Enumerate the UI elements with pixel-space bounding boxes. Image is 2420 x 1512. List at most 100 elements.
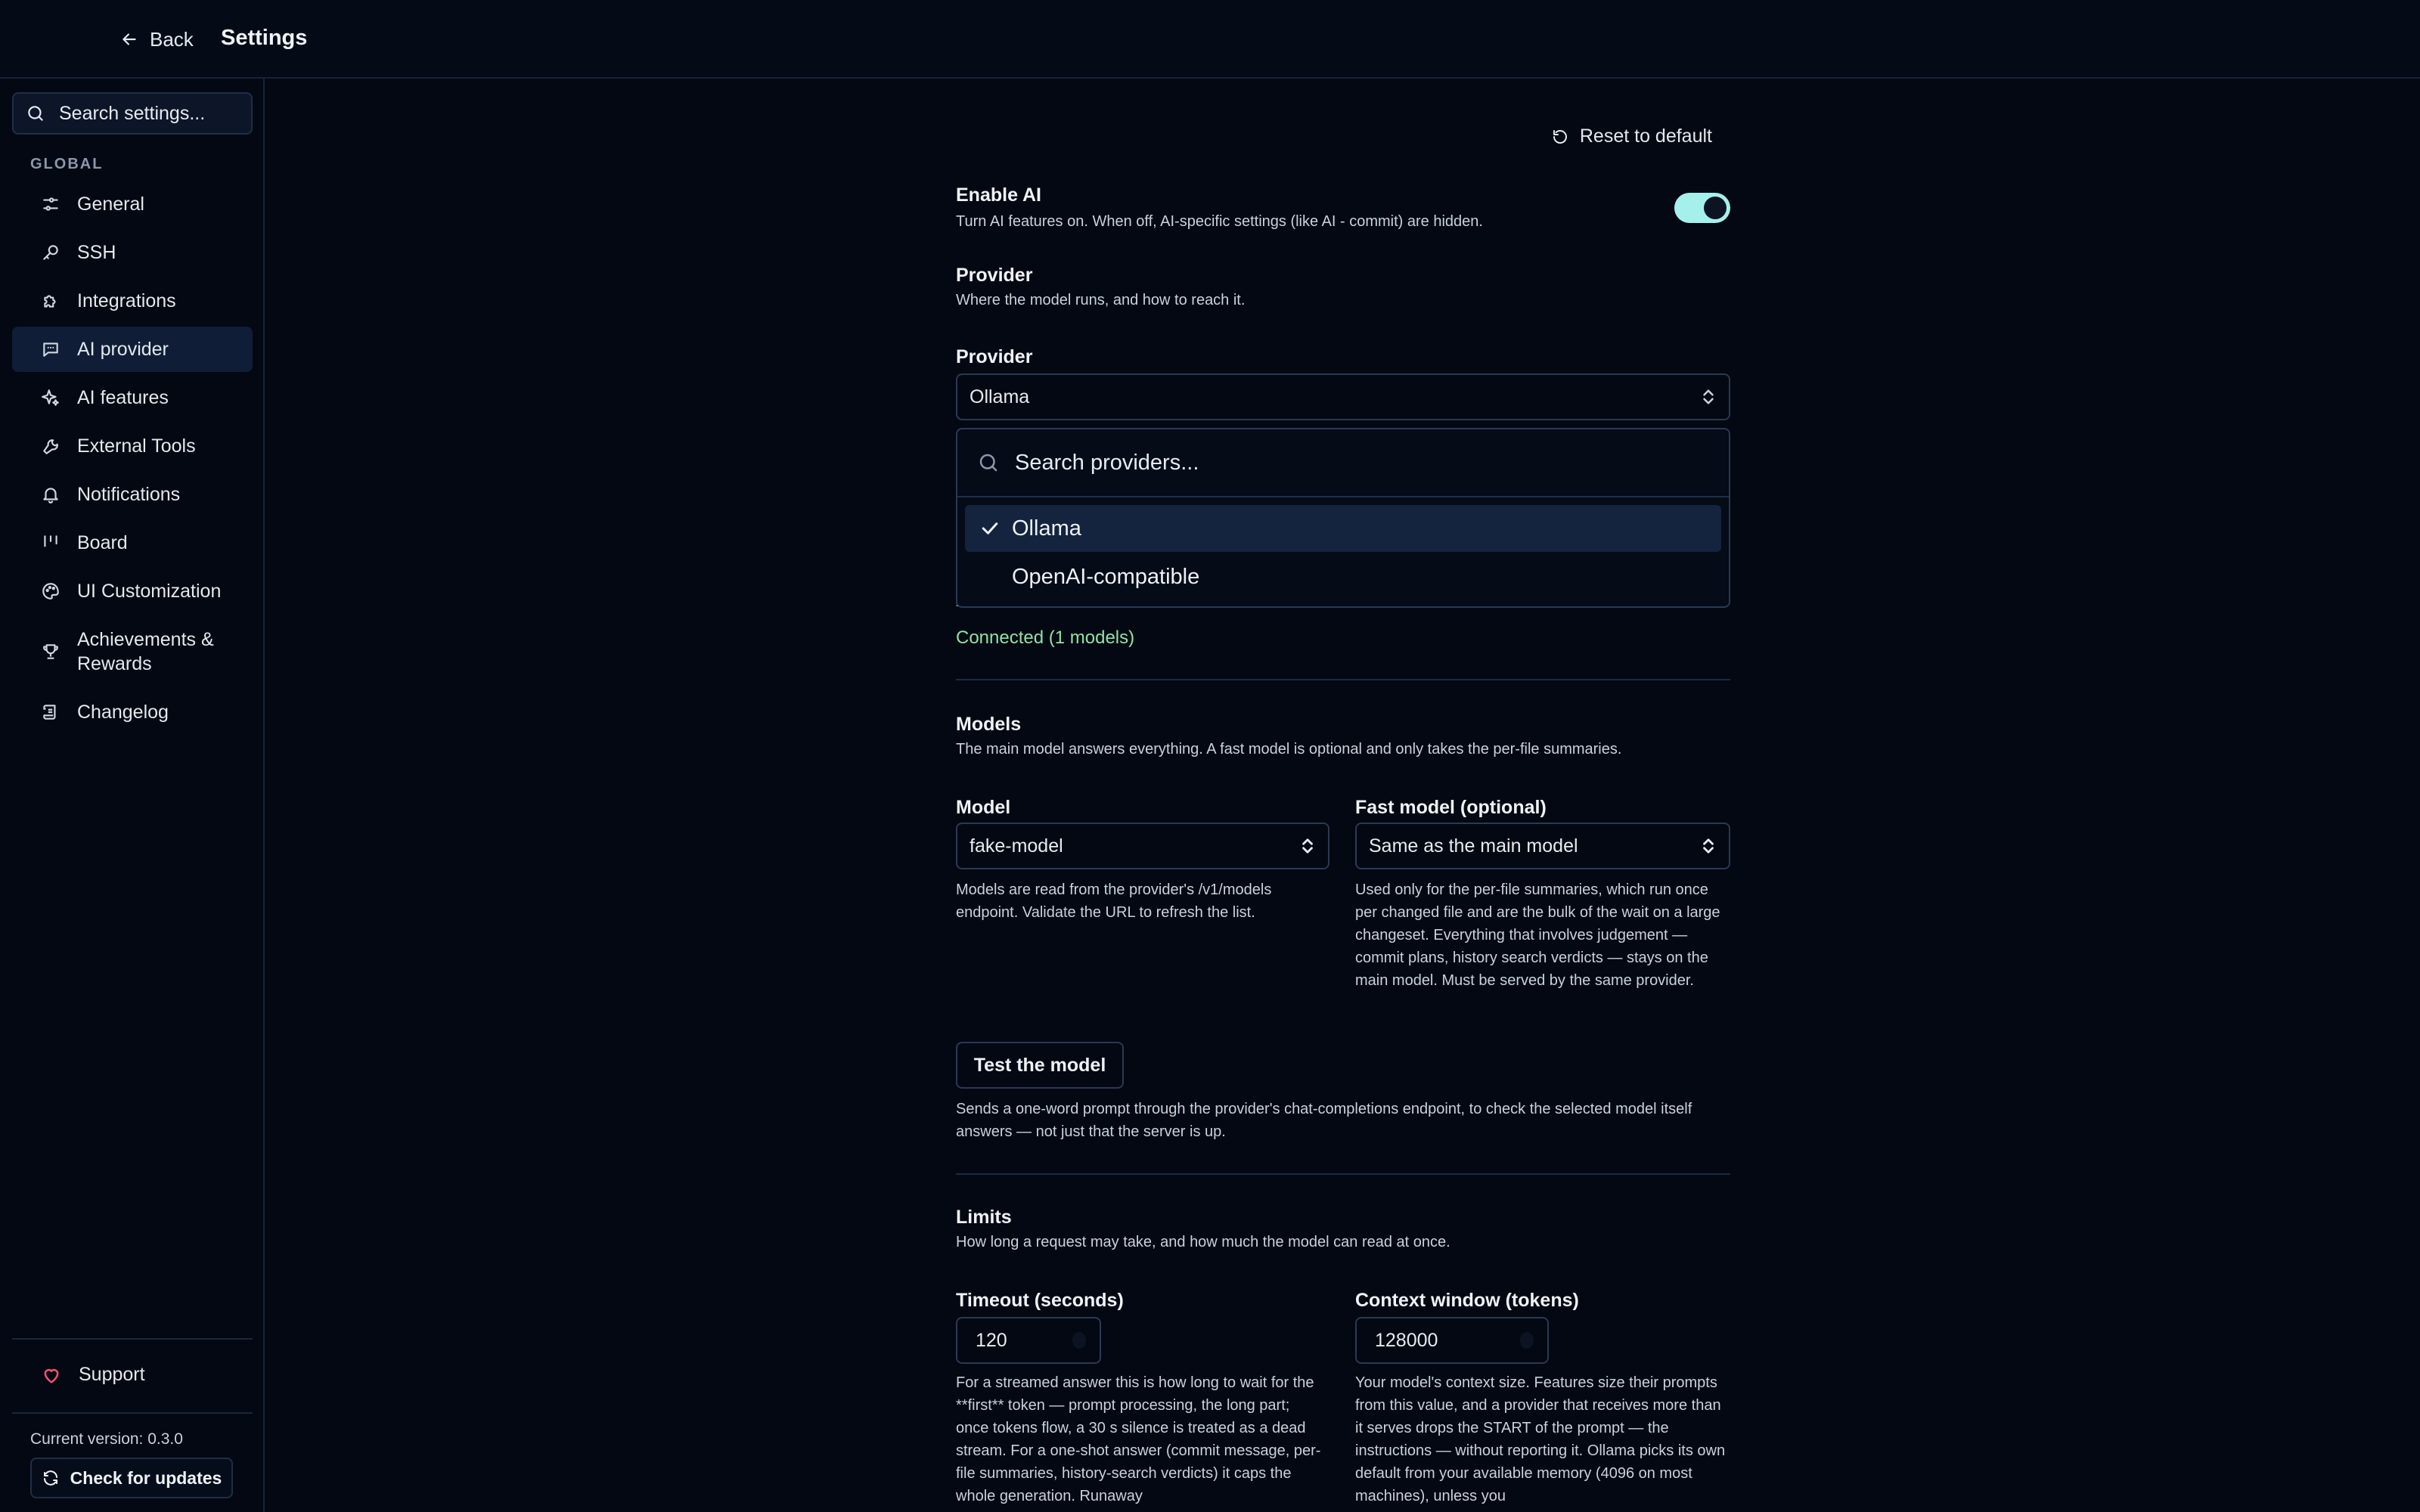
provider-select-value: Ollama	[970, 386, 1030, 407]
context-window-field-label: Context window (tokens)	[1355, 1290, 1579, 1311]
settings-content: Reset to default Enable AI Turn AI featu…	[956, 0, 1730, 1512]
chevron-updown-icon	[1703, 389, 1714, 404]
enable-ai-description: Turn AI features on. When off, AI-specif…	[956, 213, 1483, 230]
provider-option-openai-compatible[interactable]: OpenAI-compatible	[965, 553, 1721, 600]
sidebar-item-label: SSH	[77, 241, 116, 263]
sidebar-item-label: AI features	[77, 386, 169, 408]
toggle-knob	[1704, 197, 1727, 219]
sidebar-item-external-tools[interactable]: External Tools	[12, 423, 253, 469]
search-icon	[28, 106, 43, 121]
test-model-button[interactable]: Test the model	[956, 1042, 1124, 1089]
sidebar-item-ai-features[interactable]: AI features	[12, 375, 253, 420]
provider-section-description: Where the model runs, and how to reach i…	[956, 292, 1246, 308]
stepper-icon[interactable]	[1520, 1332, 1534, 1349]
model-help: Models are read from the provider's /v1/…	[956, 881, 1272, 921]
check-icon	[982, 522, 998, 534]
arrow-left-icon	[123, 33, 136, 45]
sidebar-item-integrations[interactable]: Integrations	[12, 278, 253, 324]
sidebar-divider	[12, 1412, 253, 1414]
fast-model-select-value: Same as the main model	[1369, 835, 1578, 857]
provider-option-ollama[interactable]: Ollama	[965, 505, 1721, 552]
context-window-value: 128000	[1375, 1329, 1438, 1351]
limits-section-description: How long a request may take, and how muc…	[956, 1234, 1450, 1250]
palette-icon	[42, 583, 59, 600]
reset-label: Reset to default	[1579, 125, 1712, 147]
page-title: Settings	[221, 26, 308, 50]
key-icon	[43, 245, 58, 260]
model-field-label: Model	[956, 797, 1011, 818]
sidebar-item-notifications[interactable]: Notifications	[12, 472, 253, 517]
context-window-input[interactable]: 128000	[1355, 1317, 1549, 1364]
reset-icon	[1553, 129, 1567, 144]
sliders-icon	[43, 197, 58, 211]
search-icon	[979, 454, 997, 472]
chat-icon	[43, 342, 58, 357]
refresh-icon	[43, 1470, 57, 1486]
provider-dropdown: Ollama OpenAI-compatible	[956, 428, 1730, 608]
sidebar-item-label: Integrations	[77, 290, 176, 311]
sidebar-item-ssh[interactable]: SSH	[12, 230, 253, 275]
fast-model-field-label: Fast model (optional)	[1355, 797, 1547, 818]
scroll-icon	[43, 705, 56, 720]
sidebar-divider	[12, 1338, 253, 1340]
sidebar-item-label: UI Customization	[77, 580, 222, 602]
sidebar-item-label: Board	[77, 531, 128, 553]
sidebar-item-achievements[interactable]: Achievements & Rewards	[12, 617, 253, 686]
timeout-input[interactable]: 120	[956, 1317, 1101, 1364]
chevron-updown-icon	[1302, 838, 1313, 854]
back-label: Back	[150, 27, 194, 51]
settings-nav: General SSH Integrations AI provider AI …	[12, 181, 253, 738]
sidebar-item-board[interactable]: Board	[12, 520, 253, 565]
sidebar-item-label: General	[77, 193, 144, 215]
timeout-field-label: Timeout (seconds)	[956, 1290, 1124, 1311]
bell-icon	[43, 488, 58, 503]
limits-section-title: Limits	[956, 1207, 1012, 1228]
section-divider	[956, 679, 1730, 680]
sidebar-item-label: External Tools	[77, 435, 196, 457]
check-updates-button[interactable]: Check for updates	[30, 1458, 233, 1498]
sidebar: GLOBAL General SSH Integrations AI provi…	[0, 79, 265, 1512]
support-link[interactable]: Support	[41, 1364, 145, 1386]
support-label: Support	[79, 1364, 145, 1385]
sidebar-item-label: AI provider	[77, 338, 169, 360]
sidebar-item-general[interactable]: General	[12, 181, 253, 227]
enable-ai-toggle[interactable]	[1674, 193, 1730, 223]
model-select[interactable]: fake-model	[956, 823, 1329, 869]
stepper-icon[interactable]	[1072, 1332, 1086, 1349]
sidebar-item-ai-provider[interactable]: AI provider	[12, 327, 253, 372]
section-divider	[956, 1173, 1730, 1175]
context-window-help: Your model's context size. Features size…	[1355, 1374, 1726, 1504]
option-label: OpenAI-compatible	[1012, 564, 1200, 589]
sidebar-item-label: Notifications	[77, 483, 181, 505]
models-section-title: Models	[956, 714, 1022, 735]
models-section-description: The main model answers everything. A fas…	[956, 741, 1622, 758]
sparkles-icon	[42, 389, 59, 406]
sidebar-item-ui-customization[interactable]: UI Customization	[12, 569, 253, 614]
provider-search[interactable]	[957, 429, 1729, 497]
reset-default-button[interactable]: Reset to default	[1551, 125, 1712, 147]
back-button[interactable]: Back	[119, 24, 194, 54]
connection-status: Connected (1 models)	[956, 627, 1135, 648]
provider-select[interactable]: Ollama	[956, 373, 1730, 420]
provider-search-input[interactable]	[1015, 450, 1620, 476]
version-text: Current version: 0.3.0	[30, 1430, 183, 1448]
nav-group-label: GLOBAL	[30, 156, 104, 172]
chevron-updown-icon	[1703, 838, 1714, 854]
provider-field-label: Provider	[956, 346, 1033, 367]
fast-model-select[interactable]: Same as the main model	[1355, 823, 1730, 869]
fast-model-help: Used only for the per-file summaries, wh…	[1355, 881, 1720, 989]
heart-icon	[44, 1368, 59, 1383]
sidebar-item-changelog[interactable]: Changelog	[12, 689, 253, 735]
sidebar-item-label: Achievements & Rewards	[77, 629, 214, 674]
trophy-icon	[43, 644, 58, 659]
option-label: Ollama	[1012, 516, 1081, 541]
puzzle-icon	[44, 295, 56, 308]
model-select-value: fake-model	[970, 835, 1063, 857]
check-updates-label: Check for updates	[70, 1467, 222, 1488]
timeout-help: For a streamed answer this is how long t…	[956, 1374, 1321, 1504]
sidebar-item-label: Changelog	[77, 701, 169, 723]
kanban-icon	[44, 535, 57, 547]
settings-search[interactable]	[12, 92, 253, 135]
settings-search-input[interactable]	[59, 102, 240, 125]
test-model-help: Sends a one-word prompt through the prov…	[956, 1101, 1692, 1140]
